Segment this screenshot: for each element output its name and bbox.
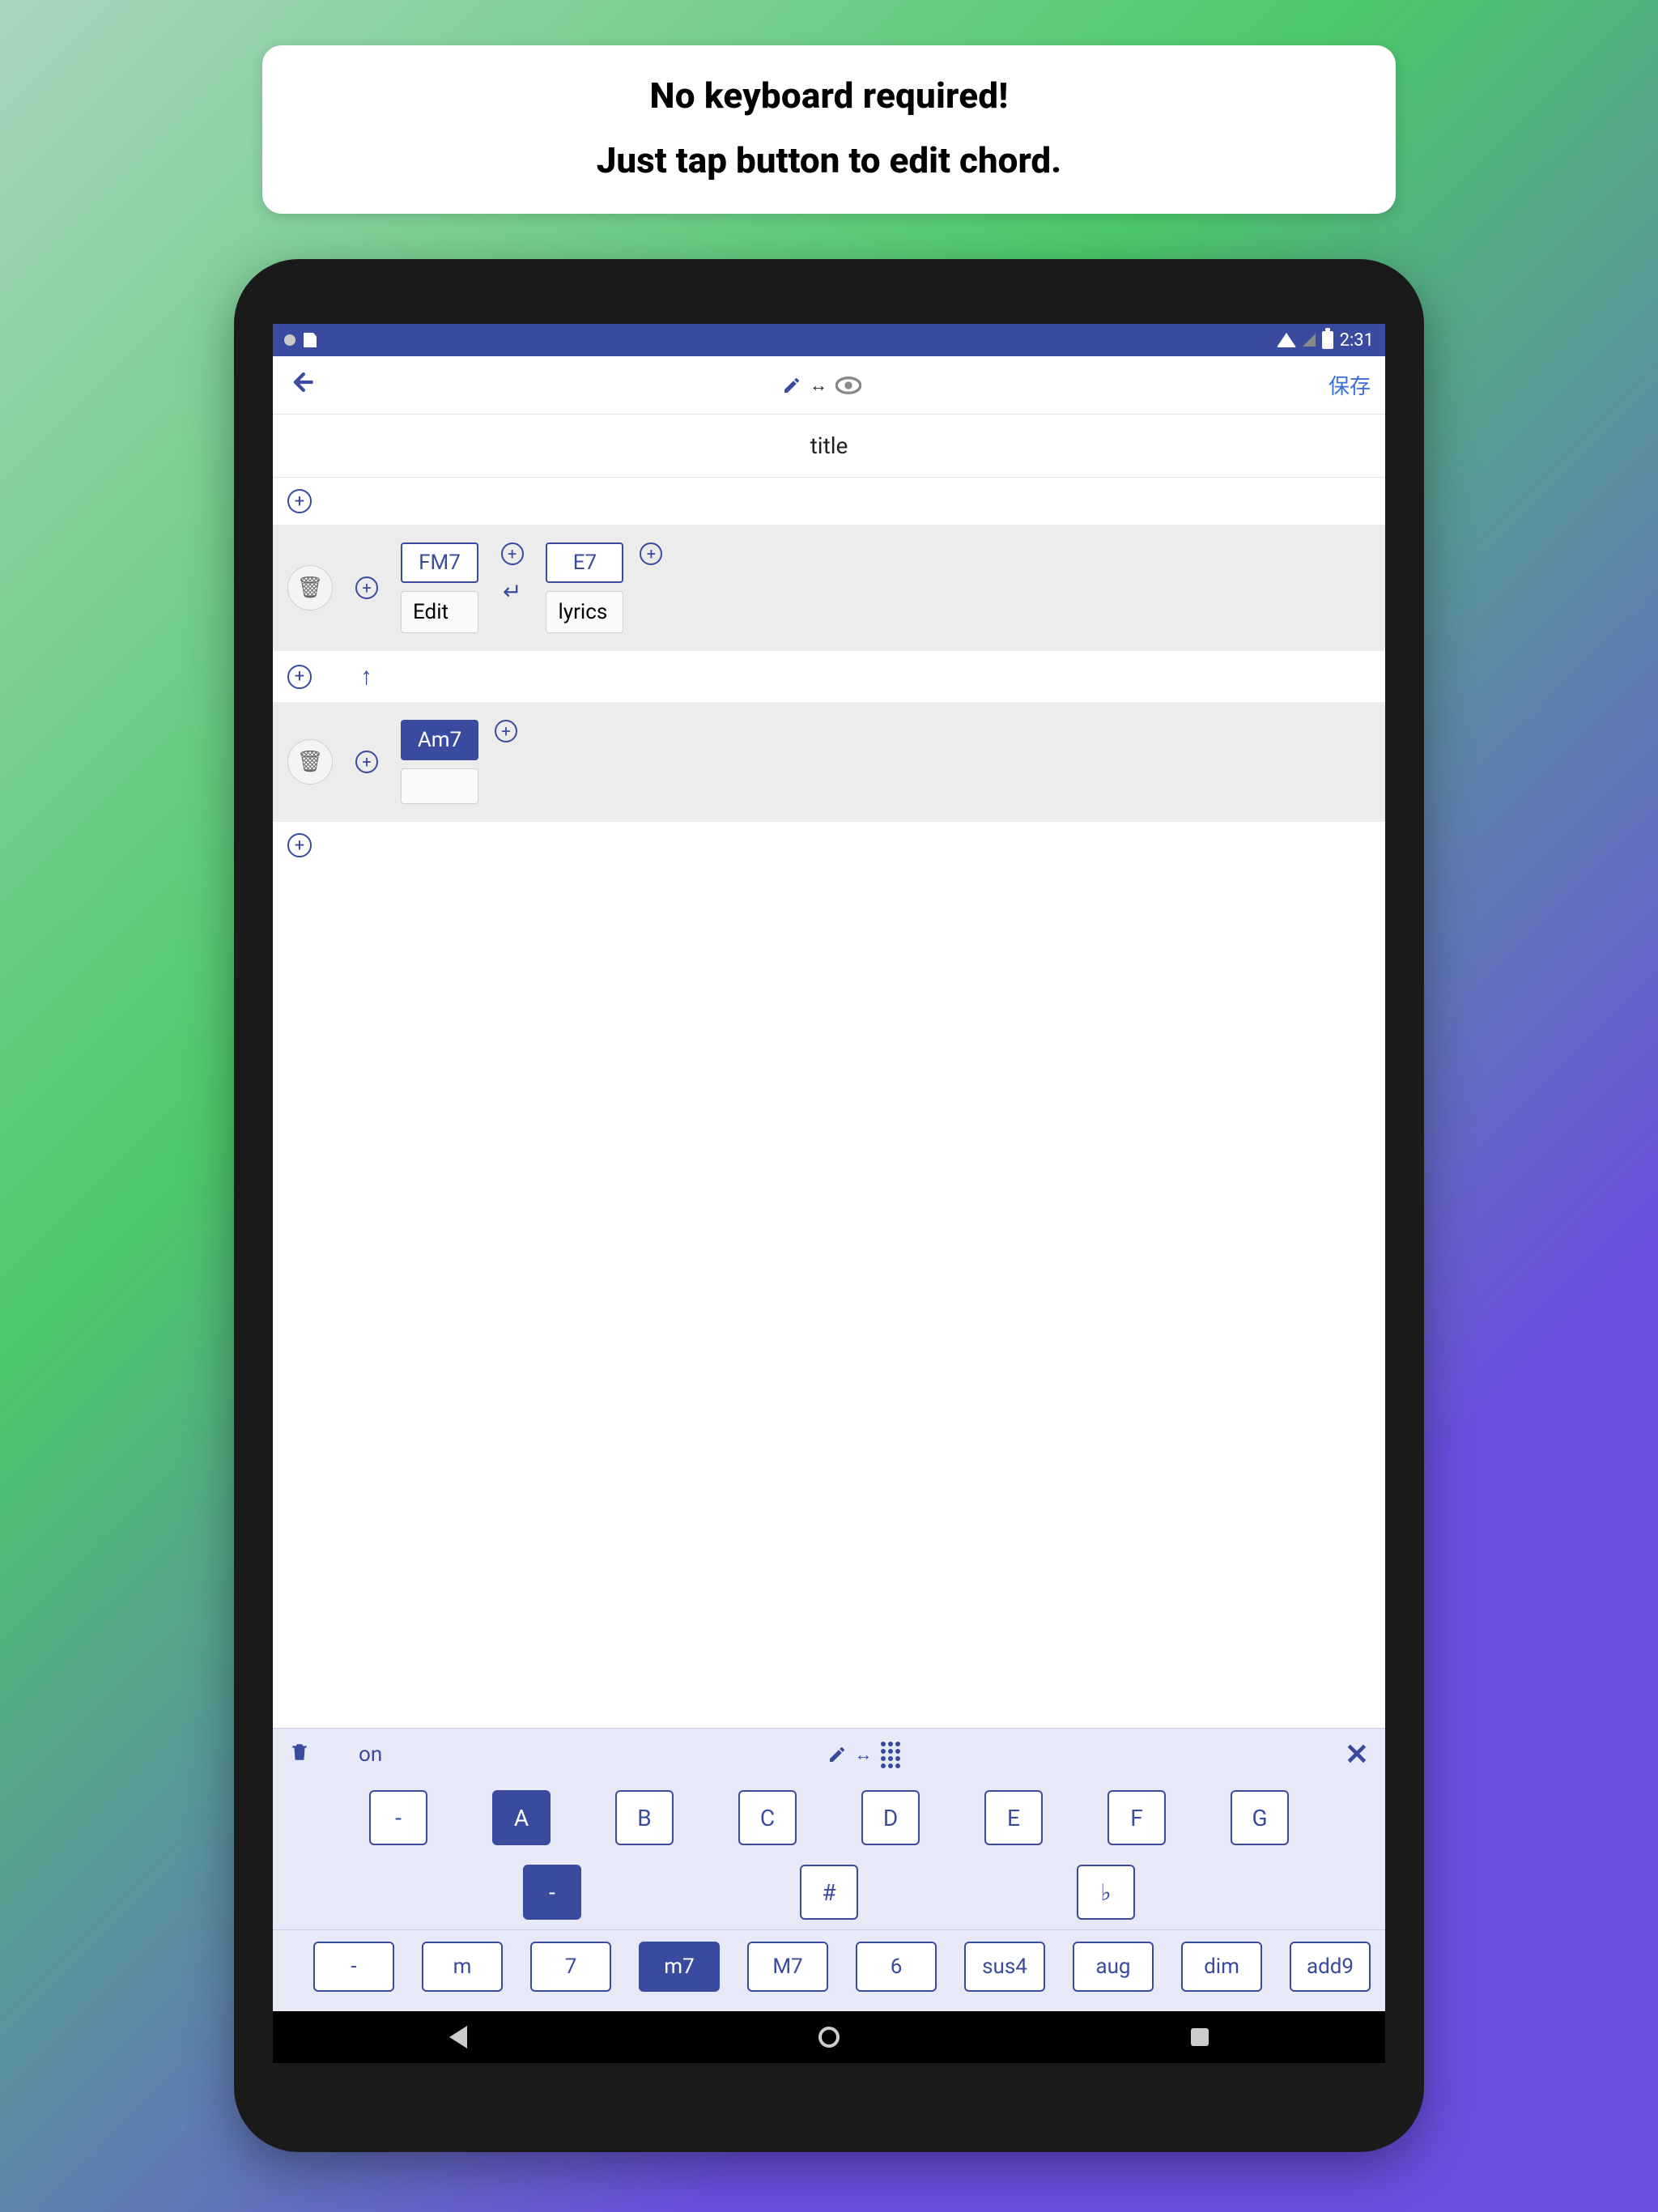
accidental-row: - # ♭	[273, 1855, 1385, 1929]
add-row-bottom: +	[273, 822, 1385, 869]
modifier-row: -m7m7M76sus4augdimadd9m7-5	[273, 1929, 1385, 2011]
chord-keyboard-panel: on ↔ ✕ -ABCDEFG -#♭ -m7m7M76sus4augdimad…	[273, 1728, 1385, 2011]
add-line-button[interactable]: +	[287, 833, 312, 857]
screen: 2:31 ↔ 保存 title + 🗑	[273, 324, 1385, 2063]
chord-chip[interactable]: E7	[546, 542, 623, 583]
clear-chord-button[interactable]	[289, 1742, 310, 1768]
between-rows: + ↑	[273, 651, 1385, 702]
status-bar: 2:31	[273, 324, 1385, 356]
accidental-key-none[interactable]: -	[523, 1865, 581, 1920]
root-note-row: -ABCDEFG	[273, 1780, 1385, 1855]
accidental-key-flat[interactable]: ♭	[1077, 1865, 1135, 1920]
root-key-a[interactable]: A	[492, 1790, 551, 1845]
newline-icon[interactable]: ↵	[495, 573, 529, 610]
add-line-button[interactable]: +	[287, 489, 312, 513]
trash-icon	[289, 1742, 310, 1763]
tablet-frame: 2:31 ↔ 保存 title + 🗑	[234, 259, 1424, 2152]
editor-content: + 🗑 + FM7 Edit + ↵	[273, 478, 1385, 1728]
trash-icon: 🗑	[296, 750, 323, 774]
nav-recent-button[interactable]	[1187, 2024, 1213, 2050]
root-key-c[interactable]: C	[738, 1790, 797, 1845]
track-row: 🗑 + FM7 Edit + ↵ E7 lyrics	[273, 525, 1385, 651]
add-cell-left-button[interactable]: +	[355, 751, 378, 773]
mod-key-aug[interactable]: aug	[1073, 1942, 1154, 1992]
on-chord-label[interactable]: on	[359, 1742, 382, 1767]
numpad-icon	[881, 1742, 900, 1768]
arrow-left-icon	[287, 368, 315, 396]
nav-back-button[interactable]	[445, 2024, 471, 2050]
delete-track-button[interactable]: 🗑	[287, 739, 333, 785]
promo-banner: No keyboard required! Just tap button to…	[262, 45, 1396, 214]
mod-key-7[interactable]: 7	[530, 1942, 611, 1992]
square-recent-icon	[1191, 2028, 1209, 2046]
mod-key-add9[interactable]: add9	[1290, 1942, 1371, 1992]
wifi-icon	[1277, 333, 1296, 347]
track-row: 🗑 + Am7 +	[273, 702, 1385, 822]
mod-key-none[interactable]: -	[313, 1942, 394, 1992]
close-panel-button[interactable]: ✕	[1345, 1738, 1369, 1772]
lyric-input[interactable]	[401, 768, 478, 804]
battery-icon	[1322, 331, 1333, 349]
add-cell-button[interactable]: +	[501, 542, 524, 565]
root-key-e[interactable]: E	[984, 1790, 1043, 1845]
lyric-input[interactable]: lyrics	[546, 591, 623, 633]
cell-signal-icon	[1303, 334, 1316, 347]
banner-line-1: No keyboard required!	[295, 74, 1363, 117]
pencil-icon	[827, 1745, 847, 1764]
eye-icon	[835, 376, 861, 394]
add-cell-button[interactable]: +	[640, 542, 662, 565]
status-notification-dot-icon	[284, 334, 295, 346]
sdcard-icon	[304, 333, 317, 347]
android-nav-bar	[273, 2011, 1385, 2063]
circle-home-icon	[818, 2027, 840, 2048]
swap-arrow-icon: ↔	[810, 375, 827, 396]
trash-icon: 🗑	[296, 576, 323, 600]
root-key-f[interactable]: F	[1107, 1790, 1166, 1845]
lyric-input[interactable]: Edit	[401, 591, 478, 633]
banner-line-2: Just tap button to edit chord.	[295, 139, 1363, 181]
nav-home-button[interactable]	[816, 2024, 842, 2050]
root-key-b[interactable]: B	[615, 1790, 674, 1845]
add-row-top: +	[273, 478, 1385, 525]
toggle-input-mode[interactable]: ↔	[431, 1742, 1296, 1768]
add-cell-left-button[interactable]: +	[355, 576, 378, 599]
mod-key-m[interactable]: m	[422, 1942, 503, 1992]
accidental-key-sharp[interactable]: #	[800, 1865, 858, 1920]
app-bar: ↔ 保存	[273, 356, 1385, 415]
add-line-button[interactable]: +	[287, 665, 312, 689]
song-title[interactable]: title	[273, 415, 1385, 478]
chord-chip[interactable]: FM7	[401, 542, 478, 583]
mod-key-M7[interactable]: M7	[747, 1942, 828, 1992]
triangle-back-icon	[449, 2026, 467, 2048]
add-cell-button[interactable]: +	[495, 720, 517, 742]
clock-text: 2:31	[1340, 330, 1374, 351]
mod-key-dim[interactable]: dim	[1181, 1942, 1262, 1992]
root-key-none[interactable]: -	[369, 1790, 427, 1845]
root-key-d[interactable]: D	[861, 1790, 920, 1845]
mod-key-6[interactable]: 6	[856, 1942, 937, 1992]
root-key-g[interactable]: G	[1231, 1790, 1289, 1845]
save-button[interactable]: 保存	[1329, 370, 1371, 400]
pencil-icon	[782, 376, 801, 395]
delete-track-button[interactable]: 🗑	[287, 565, 333, 610]
move-up-button[interactable]: ↑	[360, 662, 372, 691]
mod-key-sus4[interactable]: sus4	[964, 1942, 1045, 1992]
swap-arrow-icon: ↔	[855, 1744, 873, 1765]
mod-key-m7[interactable]: m7	[639, 1942, 720, 1992]
back-button[interactable]	[287, 366, 315, 404]
chord-chip-selected[interactable]: Am7	[401, 720, 478, 760]
